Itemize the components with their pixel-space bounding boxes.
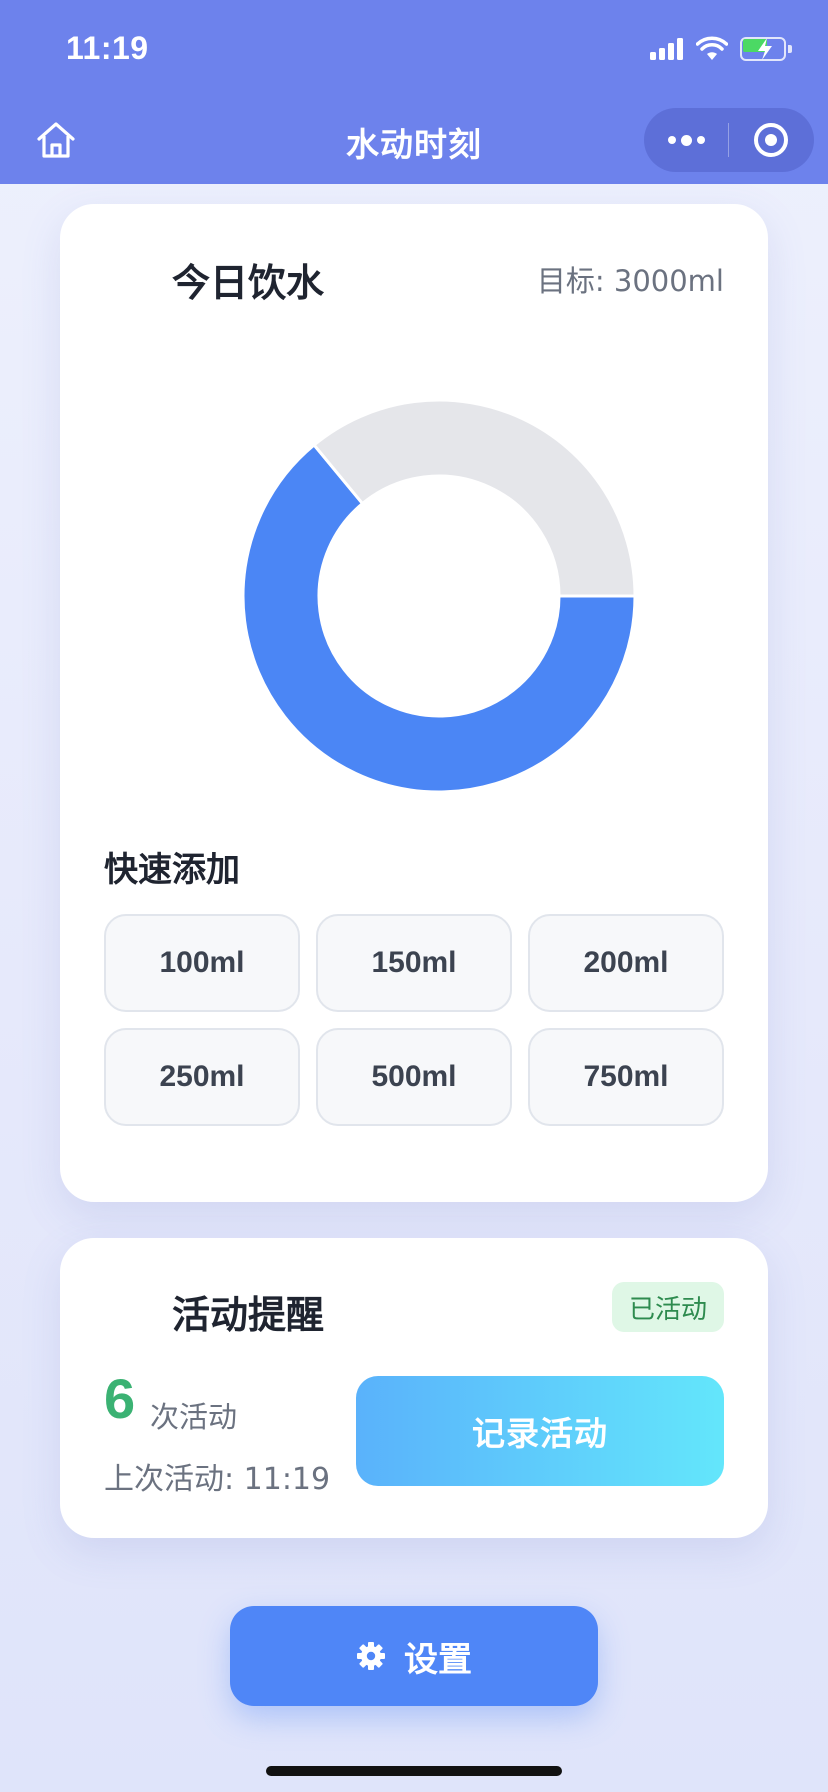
quick-add-button-100ml[interactable]: 100ml [104, 914, 300, 1012]
quick-add-label: 快速添加 [104, 850, 240, 890]
quick-add-button-250ml[interactable]: 250ml [104, 1028, 300, 1126]
quick-add-button-200ml[interactable]: 200ml [528, 914, 724, 1012]
activity-card-title: 活动提醒 [172, 1293, 325, 1337]
activity-count-unit: 次活动 [150, 1400, 238, 1434]
water-card-title: 今日饮水 [172, 261, 325, 305]
status-time: 11:19 [66, 30, 149, 66]
battery-icon [740, 36, 792, 62]
quick-add-button-750ml[interactable]: 750ml [528, 1028, 724, 1126]
status-badge: 已活动 [612, 1282, 724, 1332]
settings-label: 设置 [404, 1639, 472, 1680]
goal-text: 目标: 3000ml [536, 264, 724, 298]
home-indicator [266, 1766, 562, 1776]
activity-count: 6 [104, 1367, 136, 1430]
more-icon[interactable] [644, 108, 728, 172]
settings-button[interactable]: 设置 [230, 1606, 598, 1706]
quick-add-grid: 100ml 150ml 200ml 250ml 500ml 750ml [104, 914, 724, 1126]
quick-add-button-150ml[interactable]: 150ml [316, 914, 512, 1012]
gear-icon [357, 1642, 385, 1670]
last-activity-time: 上次活动: 11:19 [104, 1462, 331, 1497]
quick-add-button-500ml[interactable]: 500ml [316, 1028, 512, 1126]
record-activity-button[interactable]: 记录活动 [356, 1376, 724, 1486]
top-bar: 11:19 水动时刻 [0, 0, 828, 184]
status-icons [650, 34, 792, 64]
donut-svg [243, 400, 635, 792]
mini-program-capsule [644, 108, 814, 172]
wifi-icon [696, 36, 728, 60]
signal-icon [650, 38, 684, 60]
water-progress-chart [243, 400, 635, 792]
donut-slice-1 [311, 400, 635, 598]
close-target-icon[interactable] [729, 108, 813, 172]
